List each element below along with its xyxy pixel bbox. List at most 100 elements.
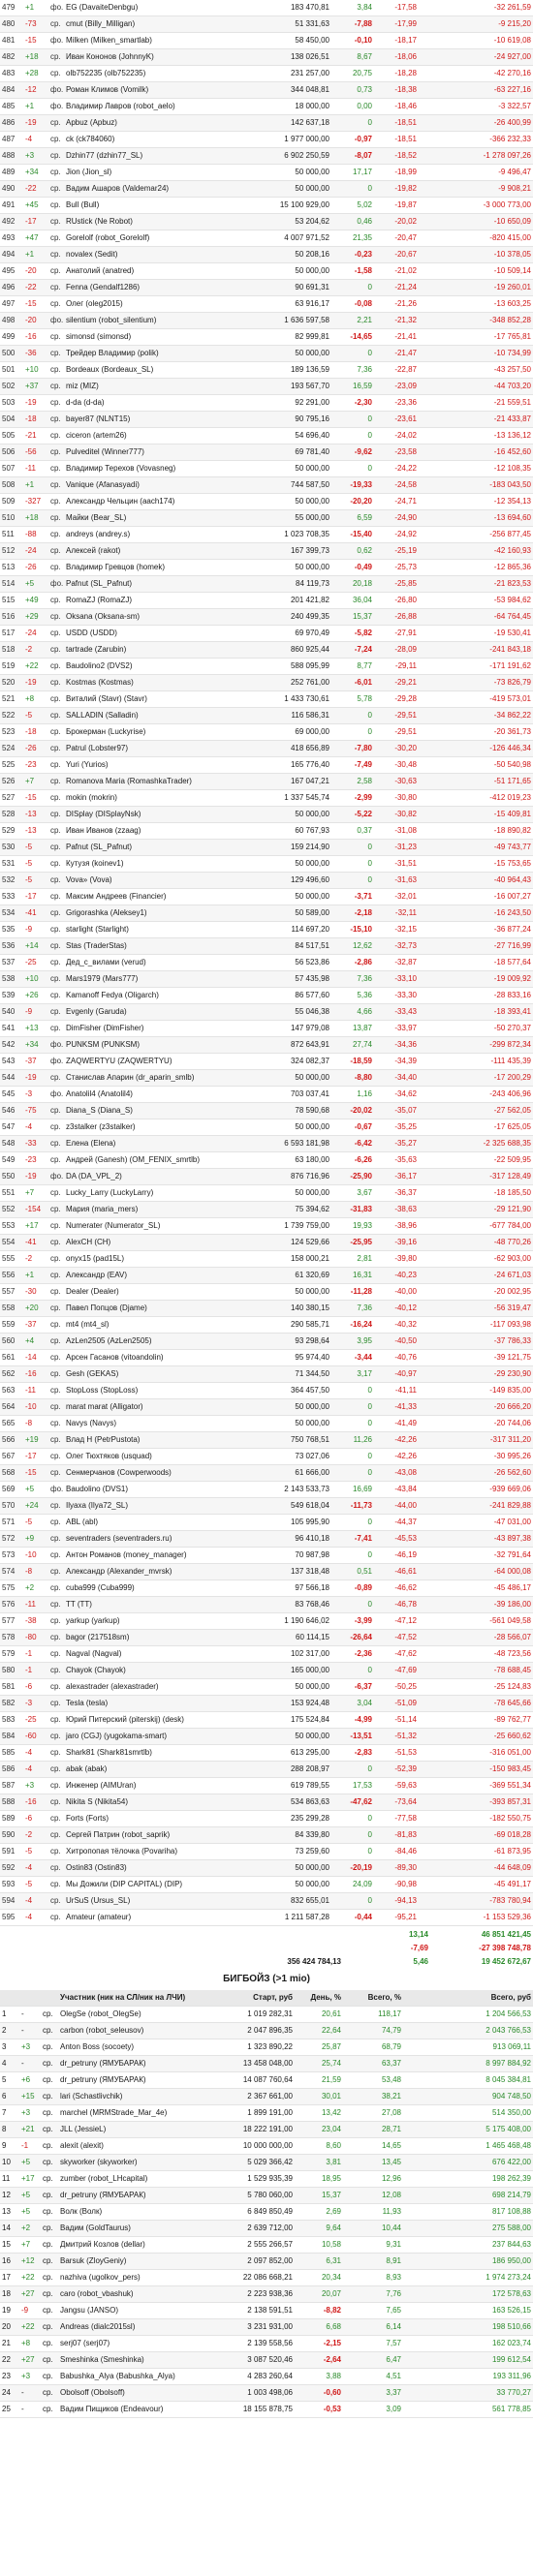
totals-rub-cell: 46 851 421,45 [430,1928,533,1942]
day-pct-cell: 3,67 [331,1184,374,1202]
ranking-row: 503 -19 ср. d-da (d-da) 92 291,00 -2,30 -23,36… [0,394,533,412]
total-pct-cell: -19,87 [374,197,419,214]
rank-cell: 3 [0,2039,19,2056]
ranking-row: 513 -26 ср. Владимир Гревцов (homek) 50 000,… [0,559,533,576]
ranking-row: 591 -5 ср. Хитропопая тёлочка (Povariha) 73 … [0,1843,533,1860]
account-type-cell: ср. [48,658,64,675]
account-type-cell: ср. [48,592,64,609]
account-type-cell: ср. [48,65,64,82]
start-capital-cell: 50 000,00 [242,806,331,823]
rank-cell: 23 [0,2368,19,2385]
day-pct-cell: 7,36 [331,361,374,379]
day-pct-cell: 21,59 [295,2071,343,2089]
start-capital-cell: 50 000,00 [242,1398,331,1416]
ranking-row: 581 -6 ср. alexastrader (alexastrader) 50 00… [0,1678,533,1696]
day-pct-cell: -2,83 [331,1744,374,1762]
start-capital-cell: 50 000,00 [242,460,331,477]
rank-cell: 548 [0,1135,23,1152]
account-type-cell: ср. [48,1629,64,1646]
participant-cell: novalex (Sedit) [64,246,242,263]
rank-change-cell: -15 [23,295,48,313]
day-pct-cell: -31,83 [331,1201,374,1218]
rank-change-cell: -4 [23,1744,48,1762]
start-capital-cell: 703 037,41 [242,1086,331,1103]
start-capital-cell: 69 781,40 [242,444,331,461]
total-rub-cell: -393 857,31 [419,1794,533,1811]
ranking-row: 574 -8 ср. Александр (Alexander_mvrsk) 137 3… [0,1563,533,1580]
rank-cell: 519 [0,658,23,675]
day-pct-cell: 7,36 [331,1300,374,1317]
total-rub-cell: -51 171,65 [419,773,533,790]
start-capital-cell: 231 257,00 [242,65,331,82]
participant-cell: Трейдер Владимир (polik) [64,345,242,362]
account-type-cell: ср. [48,542,64,560]
day-pct-cell: 8,67 [331,48,374,66]
rank-cell: 17 [0,2269,19,2286]
start-capital-cell: 53 204,62 [242,213,331,230]
total-pct-cell: -32,15 [374,921,419,938]
account-type-cell: ср. [48,1794,64,1811]
bigboys-row: 8 +21 ср. JLL (JessieL) 18 222 191,00 23,04 28… [0,2121,533,2138]
total-pct-cell: -19,82 [374,180,419,198]
total-pct-cell: -31,23 [374,839,419,856]
bigboys-row: 11 +17 ср. zumber (robot_LHcapital) 1 529 93… [0,2170,533,2188]
start-capital-cell: 51 331,63 [242,15,331,33]
start-capital-cell: 159 214,90 [242,839,331,856]
start-capital-cell: 55 000,00 [242,509,331,527]
total-pct-cell: -39,16 [374,1234,419,1251]
participant-cell: Брокерман (Luckyrise) [64,723,242,741]
rank-cell: 18 [0,2285,19,2303]
rank-cell: 571 [0,1514,23,1531]
account-type-cell: фо. [48,575,64,593]
account-type-cell: ср. [48,1497,64,1515]
ranking-row: 573 -10 ср. Антон Романов (money_manager) 70… [0,1547,533,1564]
start-capital-cell: 61 320,69 [242,1267,331,1284]
start-capital-cell: 50 000,00 [242,1876,331,1893]
start-capital-cell: 324 082,37 [242,1053,331,1070]
rank-cell: 567 [0,1448,23,1465]
total-rub-cell: -32 791,64 [419,1547,533,1564]
rank-cell: 510 [0,509,23,527]
start-capital-cell: 147 979,08 [242,1020,331,1037]
ranking-row: 515 +49 ср. RomaZJ (RomaZJ) 201 421,82 36,04-… [0,592,533,609]
participant-cell: alexit (alexit) [58,2137,215,2155]
total-pct-cell: -18,17 [374,32,419,49]
participant-cell: dr_petruny (ЯМУБАРАК) [58,2055,215,2072]
total-pct-cell: -31,08 [374,822,419,840]
rank-change-cell: +6 [19,2071,41,2089]
start-capital-cell: 69 000,00 [242,723,331,741]
rank-change-cell: -80 [23,1629,48,1646]
total-rub-cell: -16 452,60 [419,444,533,461]
participant-cell: skyworker (skyworker) [58,2154,215,2171]
total-rub-cell: -783 780,94 [419,1892,533,1910]
total-rub-cell: -69 018,28 [419,1826,533,1844]
account-type-cell: ср. [48,1448,64,1465]
ranking-row: 494 +1 ср. novalex (Sedit) 50 208,16 -0,23 -20… [0,246,533,263]
participant-cell: Mars1979 (Mars777) [64,970,242,988]
account-type-cell: ср. [41,2269,58,2286]
account-type-cell: ср. [48,147,64,165]
rank-change-cell: +28 [23,65,48,82]
rank-cell: 508 [0,476,23,494]
ranking-row: 523 -18 ср. Брокерман (Luckyrise) 69 000,00 0… [0,723,533,741]
rank-cell: 576 [0,1596,23,1613]
participant-cell: nazhiva (ugolkov_pers) [58,2269,215,2286]
ranking-row: 567 -17 ср. Олег Тюхтяков (usquad) 73 027,06… [0,1448,533,1465]
ranking-row: 540 -9 ср. Evgenly (Garuda) 55 046,38 4,66 -33… [0,1003,533,1021]
total-rub-cell: -53 984,62 [419,592,533,609]
rank-change-cell: -75 [23,1102,48,1119]
rank-change-cell: -41 [23,905,48,922]
total-pct-cell: -34,62 [374,1086,419,1103]
total-rub-cell: -25 660,62 [419,1728,533,1745]
day-pct-cell: 12,62 [331,937,374,955]
day-pct-cell: 8,60 [295,2137,343,2155]
bigboys-row: 12 +5 ср. dr_petruny (ЯМУБАРАК) 5 780 060,00… [0,2187,533,2204]
participant-cell: Kamanoff Fedya (Oligarch) [64,987,242,1004]
total-rub-cell: -317 311,20 [419,1431,533,1449]
account-type-cell: ср. [48,526,64,543]
ranking-row: 553 +17 ср. Numerater (Numerator_SL) 1 739 7… [0,1217,533,1235]
rank-change-cell: +37 [23,378,48,395]
rank-change-cell: +3 [19,2368,41,2385]
rank-cell: 9 [0,2137,19,2155]
ranking-row: 555 -2 ср. onyx15 (pad15L) 158 000,21 2,81 -39… [0,1250,533,1268]
